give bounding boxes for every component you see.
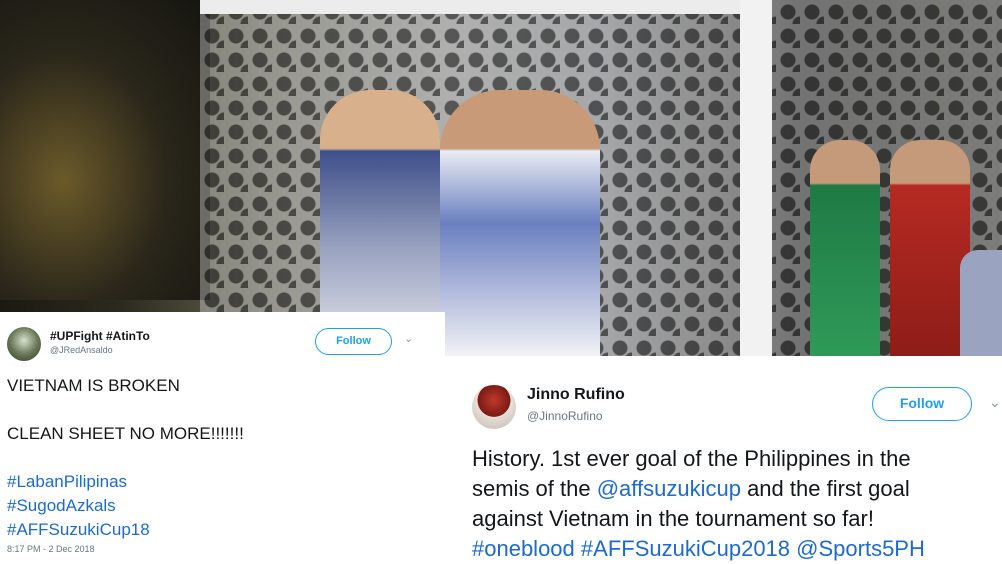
tweet-line: semis of the @affsuzukicup and the first…	[472, 474, 1002, 504]
tweet-line: VIETNAM IS BROKEN	[7, 376, 180, 395]
avatar[interactable]	[7, 327, 41, 361]
follow-button[interactable]: Follow	[872, 387, 972, 421]
goal-crossbar	[200, 0, 760, 14]
chevron-down-icon[interactable]: ⌄	[989, 394, 1001, 411]
hashtag-link[interactable]: #LabanPilipinas	[7, 470, 244, 494]
tweet-text-part: semis of the	[472, 476, 597, 501]
tweet-line: #oneblood #AFFSuzukiCup2018 @Sports5PH	[472, 534, 1002, 564]
crowd-background	[0, 0, 210, 300]
tweet-author-name[interactable]: Jinno Rufino	[527, 386, 625, 404]
hashtag-link[interactable]: #AFFSuzukiCup18	[7, 518, 244, 542]
hashtag-link[interactable]: #SugodAzkals	[7, 494, 244, 518]
soccer-photo	[0, 0, 1002, 356]
hashtag-link[interactable]: #oneblood	[472, 536, 575, 561]
tweet-line: against Vietnam in the tournament so far…	[472, 506, 874, 531]
follow-button[interactable]: Follow	[315, 328, 392, 355]
avatar[interactable]	[472, 385, 516, 429]
tweet-author-handle[interactable]: @JinnoRufino	[527, 409, 603, 423]
mention-link[interactable]: @Sports5PH	[796, 536, 925, 561]
chevron-down-icon[interactable]: ⌄	[404, 332, 413, 345]
tweet-author-handle[interactable]: @JRedAnsaldo	[50, 345, 113, 355]
tweet-card-1: #UPFight #AtinTo @JRedAnsaldo Follow ⌄ V…	[0, 312, 445, 563]
mention-link[interactable]: @affsuzukicup	[597, 476, 741, 501]
hashtag-link[interactable]: #AFFSuzukiCup2018	[581, 536, 790, 561]
tweet-text-part: and the first goal	[740, 476, 910, 501]
tweet-line: CLEAN SHEET NO MORE!!!!!!!	[7, 424, 244, 443]
tweet-timestamp[interactable]: 8:17 PM - 2 Dec 2018	[7, 544, 95, 554]
goal-post	[740, 0, 772, 356]
player-2	[440, 90, 600, 356]
player-partial	[960, 250, 1002, 356]
tweet-card-2: Jinno Rufino @JinnoRufino Follow ⌄ Histo…	[445, 356, 1002, 563]
tweet-text: History. 1st ever goal of the Philippine…	[472, 444, 1002, 564]
opponent-player	[890, 140, 970, 356]
tweet-text: VIETNAM IS BROKEN CLEAN SHEET NO MORE!!!…	[7, 374, 244, 542]
goalkeeper	[810, 140, 880, 356]
tweet-author-name[interactable]: #UPFight #AtinTo	[50, 329, 150, 343]
tweet-line: History. 1st ever goal of the Philippine…	[472, 446, 911, 471]
